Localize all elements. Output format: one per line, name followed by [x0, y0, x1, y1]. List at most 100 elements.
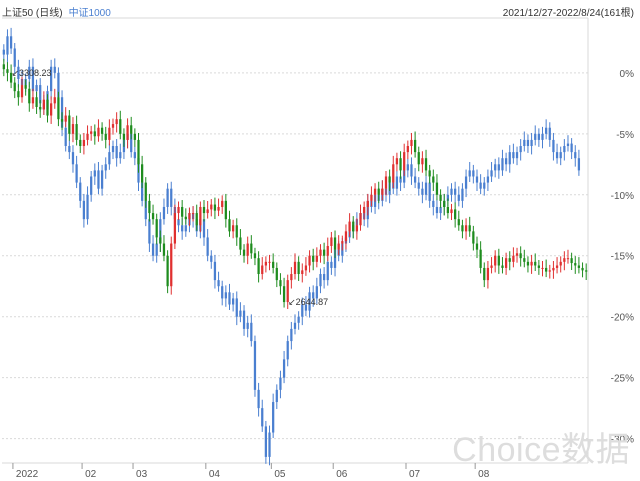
candle-body [264, 261, 268, 266]
candle-body [461, 188, 464, 201]
candle-body [257, 258, 260, 275]
candle-body [71, 124, 75, 134]
candle-body [166, 188, 169, 207]
candle-body [421, 188, 424, 195]
candle-body [242, 249, 246, 256]
x-tick-label: 02 [85, 469, 97, 480]
candle-body [2, 64, 5, 70]
candle-body [464, 225, 468, 232]
candle-body [552, 267, 555, 271]
candle-body [541, 267, 544, 269]
candle-body [170, 243, 173, 287]
candle-body [312, 255, 315, 262]
candle-body [272, 261, 275, 268]
candle-body [64, 127, 67, 147]
candle-body [155, 243, 158, 256]
candle-body [319, 249, 322, 256]
candle-body [79, 182, 82, 201]
candle-body [246, 243, 249, 256]
candle-body [526, 139, 530, 147]
candle-body [60, 119, 64, 122]
candle-body [472, 170, 475, 177]
candle-body [228, 292, 231, 305]
candle-body [261, 265, 264, 275]
y-tick-label: 0% [620, 69, 635, 80]
candle-body [497, 164, 500, 171]
candle-body [253, 341, 257, 390]
candle-body [417, 152, 420, 165]
candle-body [162, 206, 166, 220]
candle-body [115, 146, 118, 159]
candle-body [432, 176, 435, 183]
candle-body [275, 389, 278, 403]
candle-body [439, 194, 442, 201]
candle-body [570, 143, 573, 153]
candle-body [82, 139, 86, 147]
candle-body [508, 258, 511, 262]
candle-body [555, 152, 559, 159]
candle-body [46, 99, 49, 116]
candle-body [133, 133, 136, 140]
candle-body [486, 176, 490, 183]
candle-body [446, 206, 449, 214]
candle-body [330, 261, 333, 268]
candle-body [428, 170, 431, 177]
candle-body [413, 176, 417, 183]
candle-body [297, 316, 300, 323]
candle-body [548, 270, 551, 272]
candle-body [35, 97, 38, 107]
candle-body [373, 188, 377, 195]
candle-body [210, 255, 213, 262]
candle-body [100, 127, 104, 134]
candle-body [534, 133, 537, 140]
candle-body [31, 97, 35, 104]
price-annotation: ↙3308.23 [11, 68, 51, 78]
candle-body [13, 82, 16, 92]
candle-body [213, 204, 217, 211]
candle-body [108, 152, 111, 165]
candle-body [537, 133, 540, 140]
candle-body [111, 146, 115, 153]
candle-body [195, 213, 198, 226]
candle-body [86, 133, 89, 140]
candle-body [82, 200, 86, 220]
candle-body [290, 328, 293, 342]
candle-body [577, 265, 581, 268]
candle-body [504, 158, 508, 165]
candle-body [490, 170, 493, 177]
candle-body [151, 243, 155, 256]
candle-body [162, 243, 166, 256]
candle-body [541, 133, 544, 140]
candle-body [231, 225, 235, 232]
candle-body [494, 164, 497, 171]
candle-body [144, 182, 147, 201]
candle-body [333, 237, 337, 250]
candle-body [97, 127, 100, 137]
candle-body [424, 182, 428, 195]
legend-series-zhongzheng1000[interactable]: 中证1000 [69, 8, 111, 19]
candle-body [359, 213, 362, 226]
watermark: Choice数据 [452, 431, 630, 469]
candle-body [39, 107, 42, 110]
date-range-label: 2021/12/27-2022/8/24(161根) [502, 8, 634, 19]
candle-body [221, 200, 224, 207]
candle-body [555, 265, 559, 268]
candle-body [126, 125, 129, 140]
candle-body [79, 139, 82, 147]
candle-body [282, 359, 286, 378]
candle-body [213, 261, 217, 281]
candle-body [115, 119, 118, 125]
candle-body [512, 255, 515, 262]
candle-body [413, 139, 417, 153]
candle-body [483, 267, 486, 281]
candle-body [559, 152, 562, 159]
candle-body [71, 152, 75, 165]
candle-body [235, 298, 238, 317]
candle-body [228, 219, 231, 232]
candle-body [552, 139, 555, 153]
legend-series-shangzheng50[interactable]: 上证50 (日线) [2, 8, 63, 19]
candle-body [443, 200, 446, 207]
candle-body [348, 221, 351, 232]
candle-body [559, 261, 562, 266]
candle-body [475, 176, 479, 183]
